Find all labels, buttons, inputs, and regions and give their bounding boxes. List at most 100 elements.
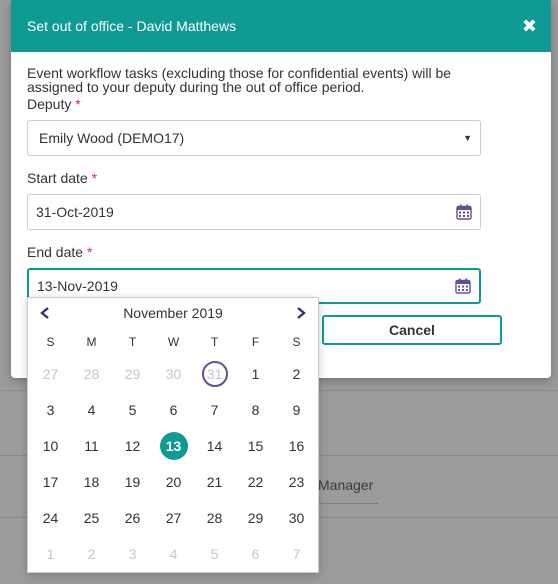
day-number: 11	[84, 438, 99, 454]
day-cell[interactable]: 18	[71, 464, 112, 500]
day-number: 29	[247, 510, 264, 526]
deputy-label: Deputy *	[27, 96, 535, 112]
day-cell[interactable]: 23	[276, 464, 317, 500]
weekday-header: T	[128, 335, 137, 349]
dialog-header: Set out of office - David Matthews ✖	[11, 0, 551, 52]
day-cell[interactable]: 1	[30, 536, 71, 572]
day-cell[interactable]: 29	[112, 356, 153, 392]
day-number: 1	[251, 366, 260, 382]
weekday-header: S	[46, 335, 55, 349]
day-number: 13	[159, 432, 188, 460]
day-cell[interactable]: 6	[235, 536, 276, 572]
day-cell[interactable]: 2	[71, 536, 112, 572]
day-cell[interactable]: 11	[71, 428, 112, 464]
day-number: 24	[42, 510, 59, 526]
day-cell[interactable]: 7	[194, 392, 235, 428]
day-cell[interactable]: 2	[276, 356, 317, 392]
day-cell[interactable]: 21	[194, 464, 235, 500]
day-cell[interactable]: 30	[276, 500, 317, 536]
day-number: 4	[169, 546, 178, 562]
day-cell[interactable]: 19	[112, 464, 153, 500]
day-cell[interactable]: 14	[194, 428, 235, 464]
day-number: 29	[124, 366, 141, 382]
day-cell[interactable]: 26	[112, 500, 153, 536]
day-number: 7	[292, 546, 301, 562]
day-number: 26	[124, 510, 141, 526]
datepicker-grid: S M T W T F S 27 28 29 30 31 1 2 3 4 5 6 7 8 9 10 11 12 13 14 15 16…	[28, 328, 318, 572]
day-number: 3	[128, 546, 137, 562]
day-number: 27	[165, 510, 182, 526]
day-cell[interactable]: 6	[153, 392, 194, 428]
day-cell-today[interactable]: 31	[194, 356, 235, 392]
day-number: 31	[201, 361, 228, 387]
day-number: 2	[87, 546, 96, 562]
day-number: 30	[165, 366, 182, 382]
required-marker: *	[75, 96, 81, 112]
day-number: 28	[83, 366, 100, 382]
end-date-label: End date *	[27, 244, 535, 260]
day-cell[interactable]: 5	[194, 536, 235, 572]
day-cell[interactable]: 30	[153, 356, 194, 392]
deputy-select[interactable]: Emily Wood (DEMO17) ▼	[27, 120, 481, 156]
day-number: 22	[247, 474, 264, 490]
day-number: 10	[42, 438, 59, 454]
day-cell[interactable]: 8	[235, 392, 276, 428]
day-number: 17	[42, 474, 59, 490]
day-number: 6	[251, 546, 260, 562]
deputy-select-value: Emily Wood (DEMO17)	[39, 130, 185, 146]
day-cell-selected[interactable]: 13	[153, 428, 194, 464]
day-cell[interactable]: 24	[30, 500, 71, 536]
day-cell[interactable]: 9	[276, 392, 317, 428]
chevron-left-icon[interactable]	[38, 306, 52, 320]
day-cell[interactable]: 28	[194, 500, 235, 536]
close-button[interactable]: ✖	[522, 17, 537, 35]
end-date-label-text: End date	[27, 244, 84, 260]
dialog-body: Event workflow tasks (excluding those fo…	[11, 52, 551, 304]
day-number: 18	[83, 474, 100, 490]
chevron-right-icon[interactable]	[294, 306, 308, 320]
day-number: 8	[251, 402, 260, 418]
day-cell[interactable]: 28	[71, 356, 112, 392]
weekday-header: M	[86, 335, 97, 349]
weekday-header: T	[210, 335, 219, 349]
day-cell[interactable]: 20	[153, 464, 194, 500]
day-number: 12	[124, 438, 141, 454]
day-cell[interactable]: 25	[71, 500, 112, 536]
day-number: 16	[288, 438, 305, 454]
day-cell[interactable]: 3	[112, 536, 153, 572]
day-number: 9	[292, 402, 301, 418]
day-number: 3	[46, 402, 55, 418]
day-cell[interactable]: 12	[112, 428, 153, 464]
day-number: 19	[124, 474, 141, 490]
day-cell[interactable]: 15	[235, 428, 276, 464]
day-cell[interactable]: 27	[153, 500, 194, 536]
day-cell[interactable]: 27	[30, 356, 71, 392]
start-date-input[interactable]: 31-Oct-2019	[27, 194, 481, 230]
calendar-icon[interactable]	[456, 204, 472, 220]
day-cell[interactable]: 4	[153, 536, 194, 572]
day-number: 6	[169, 402, 178, 418]
datepicker-month-title[interactable]: November 2019	[123, 305, 223, 321]
day-number: 2	[292, 366, 301, 382]
day-cell[interactable]: 4	[71, 392, 112, 428]
day-cell[interactable]: 5	[112, 392, 153, 428]
required-marker: *	[91, 170, 98, 186]
end-date-value: 13-Nov-2019	[37, 278, 118, 294]
day-cell[interactable]: 22	[235, 464, 276, 500]
day-cell[interactable]: 3	[30, 392, 71, 428]
day-cell[interactable]: 17	[30, 464, 71, 500]
day-cell[interactable]: 1	[235, 356, 276, 392]
day-number: 30	[288, 510, 305, 526]
day-number: 15	[247, 438, 264, 454]
day-number: 25	[83, 510, 100, 526]
divider	[318, 503, 378, 504]
day-cell[interactable]: 10	[30, 428, 71, 464]
day-cell[interactable]: 16	[276, 428, 317, 464]
calendar-icon[interactable]	[455, 278, 471, 294]
day-number: 5	[210, 546, 219, 562]
datepicker-header: November 2019	[28, 298, 318, 328]
cancel-button[interactable]: Cancel	[322, 315, 502, 345]
day-number: 1	[46, 546, 55, 562]
day-cell[interactable]: 29	[235, 500, 276, 536]
day-cell[interactable]: 7	[276, 536, 317, 572]
